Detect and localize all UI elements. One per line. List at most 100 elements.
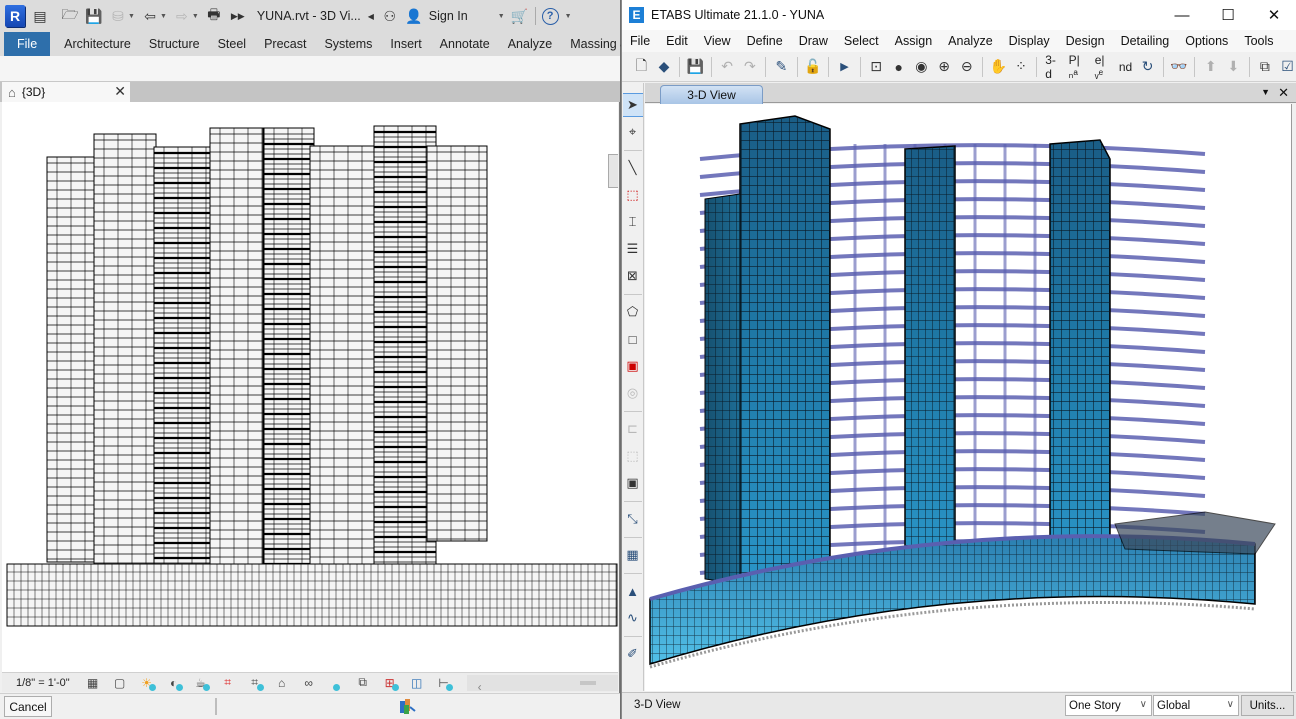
more-tools-icon[interactable]: ▶▶ [229,7,247,25]
user-icon[interactable]: 👤 [405,7,423,25]
quick-draw-column-icon[interactable]: ⌶ [623,210,643,234]
rotate-3d-icon[interactable]: ↻ [1138,56,1157,77]
elevation-view-button[interactable]: e|ᵥᵉ [1093,53,1113,81]
detail-level-icon[interactable]: ▦ [85,675,101,691]
dropdown-arrow-icon[interactable]: ▼ [128,13,135,20]
draw-floor-area-icon[interactable]: ⬠ [623,300,643,324]
menu-select[interactable]: Select [836,34,887,48]
close-tab-icon[interactable]: ✕ [1278,85,1289,101]
shadows-icon[interactable]: ◐ [166,675,183,691]
save-icon[interactable]: 💾 [686,56,705,77]
view-tab-3d[interactable]: ⌂ {3D} ✕ [2,82,130,102]
draw-rectangular-floor-icon[interactable]: □ [623,327,643,351]
menu-draw[interactable]: Draw [791,34,836,48]
viewcube[interactable] [608,154,618,188]
rubber-band-zoom-icon[interactable]: ⊡ [867,56,886,77]
plan-view-button[interactable]: P|ₙᵃ [1067,53,1089,81]
undo-icon[interactable]: ↶ [718,56,737,77]
open-model-icon[interactable]: ◆ [655,56,674,77]
draw-grid-icon[interactable]: ▦ [623,543,643,567]
etabs-3d-view-canvas[interactable] [645,104,1292,691]
draw-section-cut-icon[interactable]: ▲ [623,579,643,603]
check-options-icon[interactable]: ☑ [1278,56,1296,77]
open-icon[interactable]: 🗁 [61,6,79,25]
ribbon-tab-precast[interactable]: Precast [255,32,315,56]
lock-3d-view-icon[interactable]: ⌂ [274,675,290,691]
ribbon-tab-architecture[interactable]: Architecture [55,32,140,56]
measure-footprints-icon[interactable]: ⁘ [1012,56,1031,77]
revit-logo-button[interactable]: R [5,5,25,27]
menu-file[interactable]: File [622,34,658,48]
store-cart-icon[interactable]: 🛒 [511,7,529,25]
story-select[interactable]: One Story ∨ [1065,695,1152,716]
edit-pencil-icon[interactable]: ✎ [772,56,791,77]
save-icon[interactable]: 💾 [85,7,103,25]
minimize-button[interactable]: — [1159,0,1205,30]
tab-list-dropdown-icon[interactable]: ▼ [1261,87,1270,101]
run-analysis-icon[interactable]: ▶ [835,56,854,77]
units-button[interactable]: Units... [1241,695,1294,716]
visual-style-icon[interactable]: ▢ [112,675,128,691]
menu-tools[interactable]: Tools [1236,34,1281,48]
close-view-icon[interactable]: ✕ [114,83,126,100]
analytical-model-icon[interactable]: ⊞ [382,675,399,691]
draw-dimension-icon[interactable]: ✐ [623,642,643,666]
menu-edit[interactable]: Edit [658,34,696,48]
redo-icon[interactable]: ↷ [740,56,759,77]
dropdown-arrow-icon[interactable]: ▼ [160,13,167,20]
ribbon-tab-systems[interactable]: Systems [315,32,381,56]
horizontal-scrollbar[interactable]: ‹ [466,674,618,694]
menu-design[interactable]: Design [1058,34,1113,48]
close-button[interactable]: ✕ [1251,0,1296,30]
show-crop-region-icon[interactable]: ⌗ [247,675,264,691]
nd-view-button[interactable]: nd [1117,56,1134,77]
quick-draw-frame-icon[interactable]: ⬚ [623,183,643,207]
quick-draw-floor-icon[interactable]: ▣ [623,354,643,378]
rendering-icon[interactable]: ☕ [193,675,210,691]
move-down-icon[interactable]: ⬇ [1224,56,1243,77]
search-binoculars-icon[interactable]: ⚇ [381,7,399,25]
draw-wall-opening-icon[interactable]: ▣ [623,471,643,495]
highlight-displacement-icon[interactable]: ◫ [409,675,425,691]
move-up-icon[interactable]: ⬆ [1201,56,1220,77]
reveal-constraints-icon[interactable]: ⊢ [436,675,453,691]
lock-unlock-icon[interactable]: 🔓 [804,56,823,77]
restore-full-view-icon[interactable]: ● [889,56,908,77]
draw-link-icon[interactable]: ⤡ [623,507,643,531]
ribbon-tab-file[interactable]: File [4,32,51,56]
menu-view[interactable]: View [696,34,739,48]
scrollbar-thumb[interactable] [580,680,596,685]
ribbon-tab-annotate[interactable]: Annotate [431,32,499,56]
worksets-icon[interactable] [398,697,416,715]
zoom-in-icon[interactable]: ⊕ [935,56,954,77]
draw-opening-icon[interactable]: ◎ [623,381,643,405]
pan-hand-icon[interactable]: ✋ [989,56,1008,77]
quick-draw-secondary-beams-icon[interactable]: ☰ [623,237,643,261]
quick-draw-braces-icon[interactable]: ⊠ [623,264,643,288]
temporary-hide-icon[interactable]: ∞ [301,675,317,691]
menu-assign[interactable]: Assign [887,34,941,48]
revit-3d-view-canvas[interactable] [2,102,618,672]
ribbon-tab-steel[interactable]: Steel [209,32,256,56]
sync-central-icon[interactable]: ⛁ [109,7,127,25]
home-page-icon[interactable]: ▤ [31,7,49,25]
ribbon-tab-analyze[interactable]: Analyze [499,32,561,56]
draw-wall-icon[interactable]: ⊏ [623,417,643,441]
reshape-object-icon[interactable]: ⌖ [623,120,643,144]
help-icon[interactable]: ? [541,7,559,25]
ribbon-tab-insert[interactable]: Insert [381,32,430,56]
help-dropdown-icon[interactable]: ▼ [565,13,572,20]
cancel-button[interactable]: Cancel [4,696,52,717]
crop-view-icon[interactable]: ⌗ [220,675,236,691]
select-pointer-icon[interactable]: ➤ [622,93,643,117]
3d-view-button[interactable]: 3-d [1043,53,1062,81]
menu-define[interactable]: Define [739,34,791,48]
perspective-glasses-icon[interactable]: 👓 [1170,56,1189,77]
sign-in-dropdown-icon[interactable]: ▼ [498,13,505,20]
print-icon[interactable]: 🖶 [205,6,223,25]
doc-tab-3d-view[interactable]: 3-D View [660,85,763,104]
quick-draw-wall-icon[interactable]: ⬚ [623,444,643,468]
menu-detailing[interactable]: Detailing [1113,34,1178,48]
maximize-button[interactable]: ☐ [1205,0,1251,30]
undo-icon[interactable]: ⇦ [141,7,159,25]
